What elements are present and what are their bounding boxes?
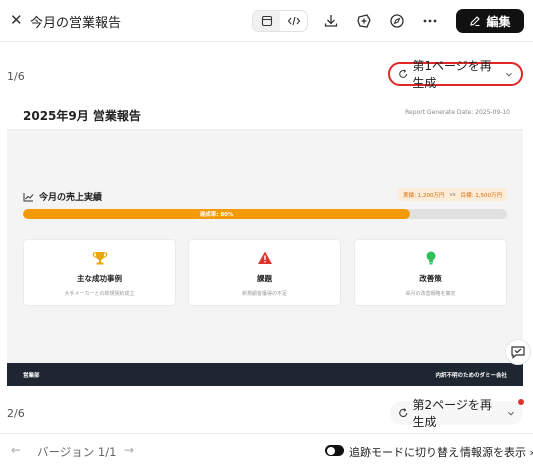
progress-bar: 達成率: 80%: [23, 209, 507, 219]
lightbulb-icon: [426, 251, 435, 265]
slide-footer: 営業部 内訳不明のためのダミー会社: [7, 363, 523, 386]
slide-preview: 2025年9月 営業報告 Report Generate Date: 2025-…: [7, 96, 523, 386]
bottom-bar: ← バージョン 1/1 → 追跡モードに切り替え 情報源を表示 ›: [0, 433, 533, 465]
report-title: 2025年9月 営業報告: [23, 109, 141, 123]
share-icon[interactable]: [355, 12, 373, 30]
card-subtitle: 新規顧客獲得の不足: [241, 291, 287, 297]
trophy-icon: [92, 252, 107, 265]
track-mode-label: 追跡モードに切り替え: [349, 446, 459, 459]
report-date: Report Generate Date: 2025-09-10: [405, 109, 510, 116]
refresh-icon: [399, 408, 408, 417]
sales-heading-text: 今月の売上実績: [39, 193, 103, 203]
edit-button[interactable]: 編集: [456, 9, 524, 33]
actual-value: 実績: 1,200万円: [403, 192, 445, 199]
footer-company: 内訳不明のためのダミー会社: [435, 373, 507, 379]
card-title: 課題: [257, 274, 272, 283]
chevron-down-icon: [506, 72, 513, 76]
card-improvement: 改善策 来月の改善戦略を策定: [354, 239, 507, 306]
view-toggle: [252, 10, 308, 32]
code-toggle-button[interactable]: [280, 11, 307, 31]
feedback-button[interactable]: [505, 339, 531, 365]
refresh-icon: [399, 69, 408, 78]
card-subtitle: 来月の改善戦略を策定: [405, 291, 456, 297]
page-index-1: 1/6: [7, 70, 25, 83]
chevron-down-icon: [508, 411, 515, 415]
page-index-2: 2/6: [7, 407, 25, 420]
slide-header: 2025年9月 営業報告 Report Generate Date: 2025-…: [7, 96, 523, 130]
progress-label: 達成率: 80%: [199, 212, 234, 218]
edit-button-label: 編集: [486, 14, 511, 29]
card-issue: 課題 新規顧客獲得の不足: [188, 239, 341, 306]
regenerate-page-1-label: 第1ページを再生成: [412, 59, 492, 90]
sales-heading: 今月の売上実績: [23, 190, 102, 203]
warning-icon: [257, 251, 272, 264]
preview-icon: [261, 15, 272, 27]
show-sources-button[interactable]: 情報源を表示 ›: [460, 444, 533, 460]
card-subtitle: 大手メーカーとの新規契約成立: [64, 291, 135, 297]
top-bar: ✕ 今月の営業報告 編集: [0, 0, 533, 42]
regenerate-page-1-button[interactable]: 第1ページを再生成: [388, 59, 523, 90]
compass-icon[interactable]: [388, 12, 406, 30]
footer-department: 営業部: [23, 373, 40, 379]
target-badge: 実績: 1,200万円 vs 目標: 1,500万円: [398, 188, 507, 201]
target-value: 目標: 1,500万円: [460, 192, 502, 199]
more-icon[interactable]: [421, 12, 439, 30]
notification-dot: [518, 399, 524, 405]
page-title: 今月の営業報告: [30, 16, 122, 31]
vs-label: vs: [449, 191, 456, 198]
regenerate-page-2-button[interactable]: 第2ページを再生成: [390, 398, 524, 429]
edit-pencil-icon: [470, 16, 481, 27]
version-label: バージョン 1/1: [37, 445, 117, 459]
download-icon[interactable]: [322, 12, 340, 30]
next-version-arrow[interactable]: →: [124, 443, 134, 457]
card-title: 主な成功事例: [77, 274, 122, 283]
close-icon[interactable]: ✕: [10, 12, 23, 28]
previous-version-arrow[interactable]: ←: [11, 443, 21, 457]
chat-edit-icon: [511, 346, 525, 359]
line-chart-icon: [23, 192, 34, 201]
card-title: 改善策: [419, 274, 442, 283]
track-mode-toggle[interactable]: [325, 445, 344, 456]
code-icon: [287, 16, 300, 26]
regenerate-page-2-label: 第2ページを再生成: [412, 398, 492, 429]
preview-toggle-button[interactable]: [253, 11, 280, 31]
card-success: 主な成功事例 大手メーカーとの新規契約成立: [23, 239, 176, 306]
